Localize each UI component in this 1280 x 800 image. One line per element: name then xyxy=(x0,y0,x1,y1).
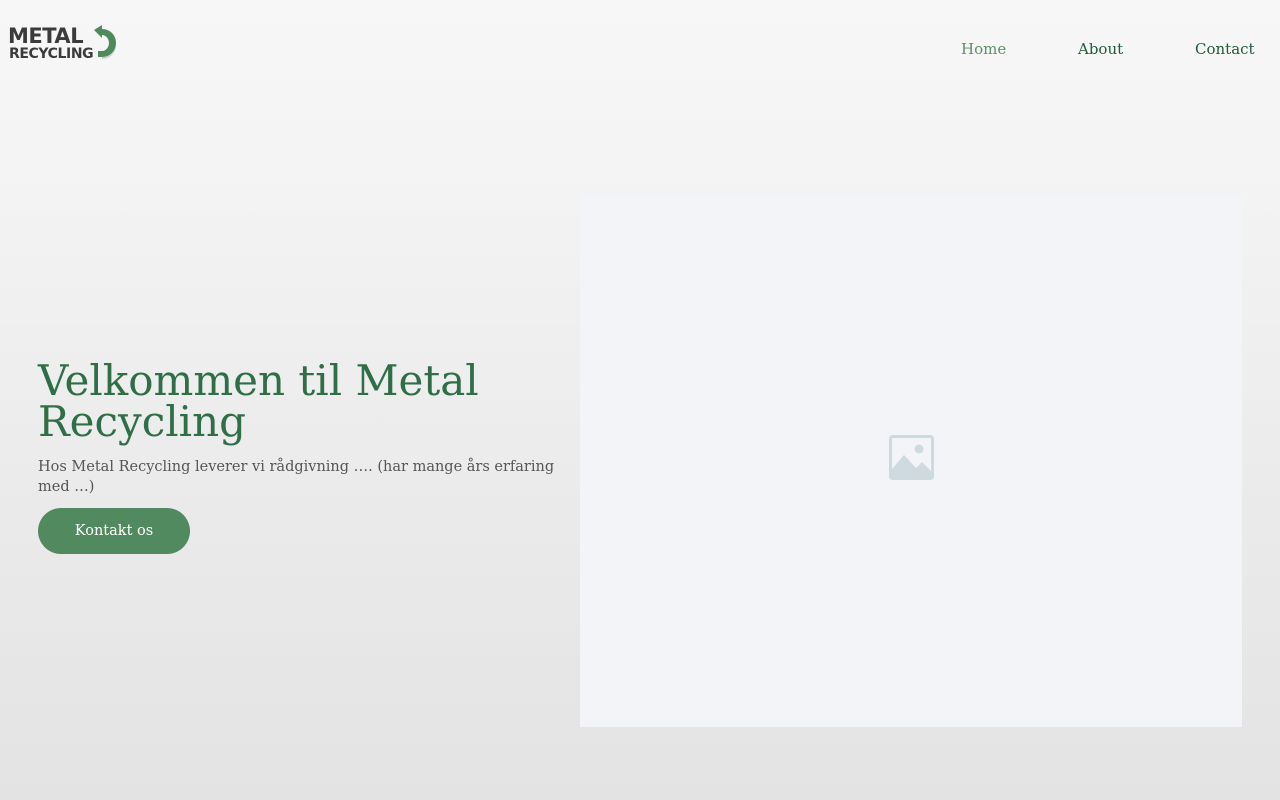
logo-text-metal: METAL xyxy=(8,24,84,48)
contact-us-button[interactable]: Kontakt os xyxy=(38,508,190,554)
image-placeholder-icon xyxy=(889,435,934,480)
logo-text-recycling: RECYCLING xyxy=(9,46,94,62)
nav-about[interactable]: About xyxy=(1078,38,1123,60)
hero-title: Velkommen til Metal Recycling xyxy=(38,356,479,446)
site-header: METAL RECYCLING Home About Contact xyxy=(0,0,1280,96)
site-logo[interactable]: METAL RECYCLING xyxy=(8,24,120,68)
hero-subtitle: Hos Metal Recycling leverer vi rådgivnin… xyxy=(38,459,555,495)
recycle-arrow-icon xyxy=(94,25,116,59)
nav-home[interactable]: Home xyxy=(961,38,1006,60)
hero-image-placeholder xyxy=(580,194,1242,727)
nav-contact[interactable]: Contact xyxy=(1195,38,1255,60)
